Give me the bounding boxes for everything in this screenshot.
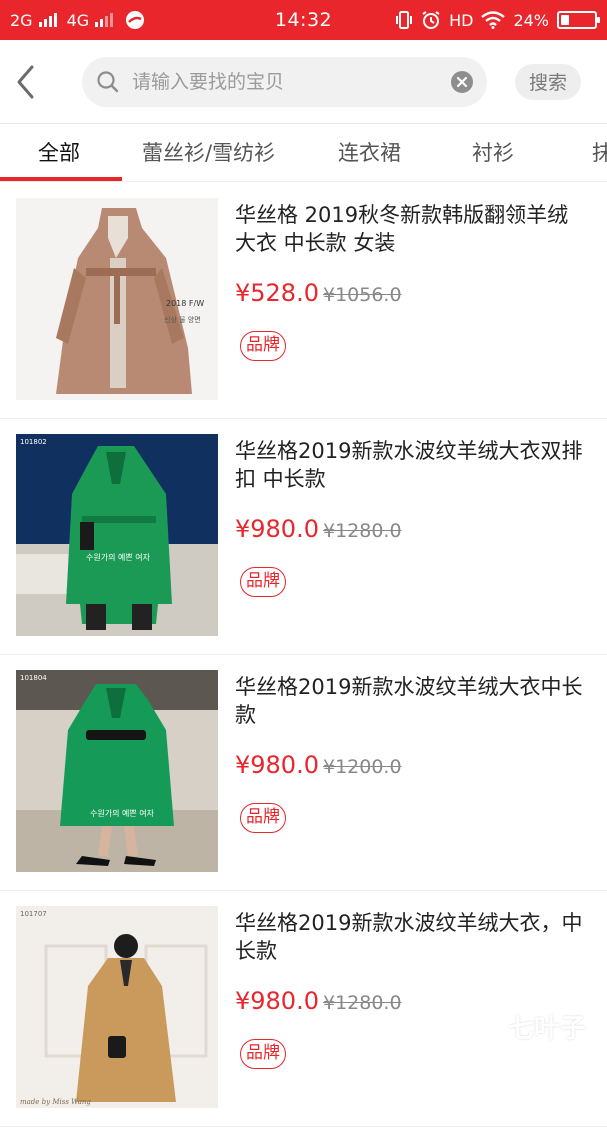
hd-label: HD: [449, 10, 474, 30]
leaf-logo-icon: [452, 1008, 501, 1062]
product-item[interactable]: 2018 F/W 신상 울 양면 华丝格 2019秋冬新款韩版翻领羊绒大衣 中长…: [0, 183, 607, 419]
product-image[interactable]: 101804 수원가의 예쁜 여자: [16, 670, 218, 872]
image-caption-season: 2018 F/W: [166, 299, 204, 308]
signal-2g-label: 2G: [10, 10, 33, 30]
battery-fill: [561, 15, 569, 25]
product-item[interactable]: 101802 수원가의 예쁜 여자 华丝格2019新款水波纹羊绒大衣双排扣 中长…: [0, 419, 607, 655]
product-price: ¥980.0: [235, 515, 319, 543]
back-button[interactable]: [14, 57, 54, 107]
alarm-icon: [422, 11, 440, 29]
image-caption-korean: 신상 울 양면: [164, 315, 201, 324]
product-price: ¥980.0: [235, 987, 319, 1015]
signal-strength-icon-2: [95, 13, 114, 27]
price-row: ¥980.0 ¥1280.0: [235, 515, 402, 543]
app-notification-icon: [126, 11, 145, 29]
product-image[interactable]: 101707 made by Miss Wang: [16, 906, 218, 1108]
price-row: ¥980.0 ¥1280.0: [235, 987, 402, 1015]
image-code: 101802: [20, 438, 47, 446]
search-button[interactable]: 搜索: [515, 63, 581, 100]
tab-all[interactable]: 全部: [38, 124, 80, 181]
tab-more[interactable]: 抹: [592, 124, 607, 181]
close-icon: [456, 76, 468, 87]
tab-shirt[interactable]: 衬衫: [472, 124, 514, 181]
back-arrow-icon: [17, 65, 34, 98]
original-price: ¥1280.0: [322, 520, 402, 542]
tab-dress[interactable]: 连衣裙: [338, 124, 401, 181]
coat-image-green-wrap: 101804 수원가의 예쁜 여자: [16, 670, 218, 872]
image-code: 101707: [20, 910, 47, 918]
product-title[interactable]: 华丝格2019新款水波纹羊绒大衣，中长款: [235, 909, 585, 965]
image-caption: 수원가의 예쁜 여자: [90, 808, 155, 818]
category-tabs: 全部 蕾丝衫/雪纺衫 连衣裙 衬衫 抹: [0, 124, 607, 182]
product-list: 2018 F/W 신상 울 양면 华丝格 2019秋冬新款韩版翻领羊绒大衣 中长…: [0, 183, 607, 1127]
wifi-icon: [481, 11, 506, 29]
coat-image-camel: 2018 F/W 신상 울 양면: [16, 198, 218, 400]
product-title[interactable]: 华丝格2019新款水波纹羊绒大衣中长款: [235, 673, 585, 729]
original-price: ¥1056.0: [322, 284, 402, 306]
coat-image-green-double: 101802 수원가의 예쁜 여자: [16, 434, 218, 636]
brand-badge: 品牌: [240, 331, 286, 361]
price-row: ¥528.0 ¥1056.0: [235, 279, 402, 307]
battery-icon: [557, 11, 600, 29]
brand-badge: 品牌: [240, 567, 286, 597]
watermark-brand: 七叶子: [508, 1014, 587, 1044]
coat-image-camel-long: 101707 made by Miss Wang: [16, 906, 218, 1108]
price-row: ¥980.0 ¥1200.0: [235, 751, 402, 779]
search-icon: [97, 70, 119, 92]
product-item[interactable]: 101804 수원가의 예쁜 여자 华丝格2019新款水波纹羊绒大衣中长款 ¥9…: [0, 655, 607, 891]
watermark-domain: 7YZ.COM: [510, 1042, 584, 1057]
vibrate-icon: [396, 11, 413, 29]
search-input[interactable]: [132, 70, 451, 93]
brand-badge: 品牌: [240, 803, 286, 833]
product-title[interactable]: 华丝格 2019秋冬新款韩版翻领羊绒大衣 中长款 女装: [235, 201, 585, 257]
watermark-logo: 七叶子 7YZ.COM: [450, 1000, 600, 1068]
status-bar: 2G 4G 14:32 HD 24%: [0, 0, 607, 40]
status-left: 2G 4G: [10, 10, 395, 30]
image-caption: 수원가의 예쁜 여자: [86, 552, 151, 562]
product-price: ¥980.0: [235, 751, 319, 779]
original-price: ¥1280.0: [322, 992, 402, 1014]
signal-4g-label: 4G: [66, 10, 90, 30]
original-price: ¥1200.0: [322, 756, 402, 778]
image-caption: made by Miss Wang: [20, 1098, 91, 1106]
product-price: ¥528.0: [235, 279, 319, 307]
search-box[interactable]: [82, 56, 487, 107]
product-image[interactable]: 101802 수원가의 예쁜 여자: [16, 434, 218, 636]
product-image[interactable]: 2018 F/W 신상 울 양면: [16, 198, 218, 400]
product-title[interactable]: 华丝格2019新款水波纹羊绒大衣双排扣 中长款: [235, 437, 585, 493]
search-header: 搜索: [0, 40, 607, 124]
status-right: HD 24%: [395, 10, 600, 30]
clear-search-button[interactable]: [451, 70, 473, 93]
battery-percent: 24%: [513, 10, 549, 30]
tab-lace-chiffon[interactable]: 蕾丝衫/雪纺衫: [142, 124, 275, 181]
brand-badge: 品牌: [240, 1039, 286, 1069]
active-tab-indicator: [0, 177, 122, 181]
image-code: 101804: [20, 674, 47, 682]
signal-strength-icon: [38, 13, 57, 27]
